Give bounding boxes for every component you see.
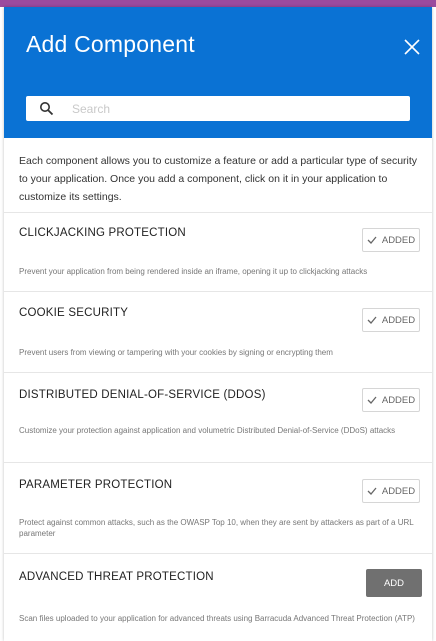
component-description: Customize your protection against applic… [19, 426, 396, 435]
add-button[interactable]: ADD [366, 569, 422, 597]
component-description: Prevent your application from being rend… [19, 267, 368, 276]
panel-header: Add Component [4, 7, 432, 138]
added-button[interactable]: ADDED [362, 308, 420, 332]
added-button[interactable]: ADDED [362, 228, 420, 252]
added-button-label: ADDED [381, 394, 416, 406]
component-description: Protect against common attacks, such as … [19, 518, 414, 538]
checkmark-icon [367, 316, 377, 324]
component-name: COOKIE SECURITY [19, 307, 129, 319]
panel-title: Add Component [26, 31, 195, 57]
component-name: DISTRIBUTED DENIAL-OF-SERVICE (DDOS) [19, 389, 266, 401]
component-name: PARAMETER PROTECTION [19, 479, 173, 491]
search-box [26, 96, 410, 121]
close-button[interactable] [402, 37, 422, 57]
component-name: ADVANCED THREAT PROTECTION [19, 571, 214, 583]
divider [4, 553, 432, 554]
added-button-label: ADDED [381, 234, 416, 246]
checkmark-icon [367, 396, 377, 404]
intro-text: Each component allows you to customize a… [19, 155, 418, 203]
search-icon [40, 102, 54, 116]
search-input[interactable] [72, 99, 402, 118]
component-description: Prevent users from viewing or tampering … [19, 348, 333, 357]
checkmark-icon [367, 236, 377, 244]
page: Add Component Each component allows you … [0, 0, 436, 641]
component-description: Scan files uploaded to your application … [19, 614, 415, 623]
added-button-label: ADDED [381, 314, 416, 326]
added-button-label: ADDED [381, 485, 416, 497]
divider [4, 291, 432, 292]
add-component-panel: Add Component Each component allows you … [4, 7, 432, 641]
top-accent-bar [0, 0, 436, 7]
divider [4, 212, 432, 213]
added-button[interactable]: ADDED [362, 388, 420, 412]
component-name: CLICKJACKING PROTECTION [19, 227, 186, 239]
divider [4, 372, 432, 373]
close-icon [404, 39, 420, 55]
checkmark-icon [367, 487, 377, 495]
divider [4, 462, 432, 463]
added-button[interactable]: ADDED [362, 479, 420, 503]
